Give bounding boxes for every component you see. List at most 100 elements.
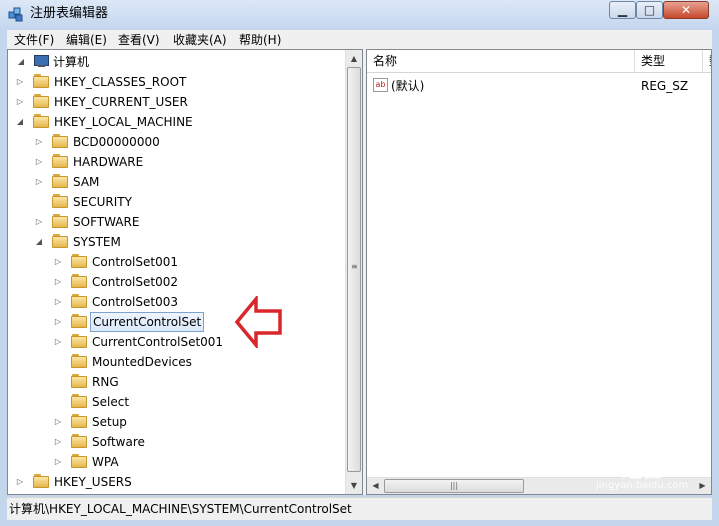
watermark-brand: Bai xyxy=(550,452,590,477)
tree-node[interactable]: ▷ HARDWARE xyxy=(8,152,338,172)
computer-icon xyxy=(34,55,49,68)
expand-icon xyxy=(34,197,44,207)
tree-scroll-thumb[interactable]: ≡ xyxy=(347,67,361,472)
expand-icon[interactable]: ▷ xyxy=(53,257,63,267)
tree-node[interactable]: ▷ BCD00000000 xyxy=(8,132,338,152)
values-scroll-thumb[interactable]: ||| xyxy=(384,479,524,493)
tree-node[interactable]: ▷ HKEY_CLASSES_ROOT xyxy=(8,72,338,92)
tree-node[interactable]: ▷ ControlSet003 xyxy=(8,292,338,312)
scroll-left-arrow-icon[interactable]: ◀ xyxy=(367,478,384,494)
collapse-icon[interactable]: ◢ xyxy=(16,57,26,67)
tree-node-label: HKEY_LOCAL_MACHINE xyxy=(54,115,193,129)
tree-node[interactable]: ▷ CurrentControlSet xyxy=(8,312,338,332)
tree-node[interactable]: MountedDevices xyxy=(8,352,338,372)
values-pane[interactable]: 名称 类型 数 ab (默认) REG_SZ ◀ ||| ▶ xyxy=(366,49,712,495)
menu-edit[interactable]: 编辑(E) xyxy=(66,32,107,48)
close-button[interactable]: ✕ xyxy=(663,1,709,19)
column-type-header[interactable]: 类型 xyxy=(635,50,703,72)
tree-node-label: Select xyxy=(92,395,130,409)
tree-node[interactable]: ▷ ControlSet002 xyxy=(8,272,338,292)
expand-icon[interactable]: ▷ xyxy=(15,77,25,87)
expand-icon xyxy=(53,397,63,407)
tree-node[interactable]: ▷ ControlSet001 xyxy=(8,252,338,272)
folder-icon xyxy=(33,94,49,108)
tree-node-label: SECURITY xyxy=(73,195,132,209)
tree-node[interactable]: ▷ Software xyxy=(8,432,338,452)
menu-favorites[interactable]: 收藏夹(A) xyxy=(173,32,227,48)
menu-file[interactable]: 文件(F) xyxy=(14,32,54,48)
expand-icon[interactable]: ▷ xyxy=(53,317,63,327)
watermark: Bai 经验 jingyan.baidu.com xyxy=(546,446,706,496)
tree-node[interactable]: ▷ Setup xyxy=(8,412,338,432)
tree-node-label: BCD00000000 xyxy=(73,135,160,149)
scroll-up-arrow-icon[interactable]: ▲ xyxy=(346,50,362,67)
tree-node[interactable]: ▷ HKEY_CURRENT_USER xyxy=(8,92,338,112)
tree-root-computer[interactable]: ◢ 计算机 xyxy=(8,52,338,72)
expand-icon[interactable]: ▷ xyxy=(53,457,63,467)
minimize-icon: ▁ xyxy=(617,3,628,17)
tree-node[interactable]: ▷ HKEY_USERS xyxy=(8,472,338,492)
expand-icon[interactable]: ▷ xyxy=(53,337,63,347)
tree-node[interactable]: SECURITY xyxy=(8,192,338,212)
tree-node[interactable]: ◢ SYSTEM xyxy=(8,232,338,252)
folder-icon xyxy=(71,274,87,288)
tree-node-label: RNG xyxy=(92,375,119,389)
expand-icon[interactable]: ▷ xyxy=(53,277,63,287)
menu-help[interactable]: 帮助(H) xyxy=(239,32,281,48)
tree-node-label: Software xyxy=(92,435,145,449)
expand-icon[interactable]: ▷ xyxy=(34,177,44,187)
window-title: 注册表编辑器 xyxy=(30,6,109,21)
tree-node[interactable]: ▷ CurrentControlSet001 xyxy=(8,332,338,352)
folder-icon xyxy=(71,294,87,308)
expand-icon[interactable]: ▷ xyxy=(34,157,44,167)
folder-icon xyxy=(33,474,49,488)
expand-icon[interactable]: ▷ xyxy=(53,297,63,307)
folder-icon xyxy=(33,74,49,88)
expand-icon[interactable]: ▷ xyxy=(34,217,44,227)
tree-node[interactable]: ▷ SOFTWARE xyxy=(8,212,338,232)
tree-node[interactable]: ▷ SAM xyxy=(8,172,338,192)
folder-icon xyxy=(52,214,68,228)
expand-icon[interactable]: ▷ xyxy=(15,477,25,487)
tree-node-label: HKEY_USERS xyxy=(54,475,132,489)
scroll-down-arrow-icon[interactable]: ▼ xyxy=(346,477,362,494)
tree-node[interactable]: ▷ WPA xyxy=(8,452,338,472)
regedit-app-icon xyxy=(8,7,23,22)
tree-node[interactable]: RNG xyxy=(8,372,338,392)
tree-node[interactable]: ◢ HKEY_LOCAL_MACHINE xyxy=(8,112,338,132)
tree-node-label: HKEY_CLASSES_ROOT xyxy=(54,75,187,89)
folder-icon xyxy=(71,394,87,408)
value-name: (默认) xyxy=(391,79,425,93)
tree-node[interactable]: Select xyxy=(8,392,338,412)
key-tree-pane[interactable]: ◢ 计算机 ▷ HKEY_CLASSES_ROOT ▷ HKEY_CURRENT_US… xyxy=(7,49,363,495)
column-name-header[interactable]: 名称 xyxy=(367,50,635,72)
maximize-icon: □ xyxy=(643,3,656,17)
value-type: REG_SZ xyxy=(641,79,689,93)
expand-icon[interactable]: ▷ xyxy=(53,437,63,447)
expand-icon[interactable]: ▷ xyxy=(53,417,63,427)
expand-icon[interactable]: ▷ xyxy=(15,97,25,107)
folder-icon xyxy=(71,254,87,268)
menu-view[interactable]: 查看(V) xyxy=(118,32,160,48)
minimize-button[interactable]: ▁ xyxy=(609,1,636,19)
tree-vertical-scrollbar[interactable]: ▲ ≡ ▼ xyxy=(345,50,362,494)
folder-icon xyxy=(52,154,68,168)
folder-icon xyxy=(52,194,68,208)
tree-node-label: SAM xyxy=(73,175,100,189)
folder-icon xyxy=(71,414,87,428)
tree-node-label: 计算机 xyxy=(53,55,90,69)
maximize-button[interactable]: □ xyxy=(636,1,663,19)
collapse-icon[interactable]: ◢ xyxy=(34,237,44,247)
tree-node-label: SYSTEM xyxy=(73,235,121,249)
value-row[interactable]: ab (默认) REG_SZ xyxy=(367,76,711,96)
registry-editor-window: 注册表编辑器 ▁ □ ✕ 文件(F) 编辑(E) 查看(V) 收藏夹(A) 帮助… xyxy=(0,0,719,526)
folder-icon xyxy=(71,314,87,328)
grip-icon: ||| xyxy=(449,481,459,490)
expand-icon[interactable]: ▷ xyxy=(34,137,44,147)
tree-node-label: CurrentControlSet001 xyxy=(92,335,224,349)
tree-node-label: MountedDevices xyxy=(92,355,192,369)
column-data-header[interactable]: 数 xyxy=(703,50,711,72)
tree-node-label: HKEY_CURRENT_USER xyxy=(54,95,188,109)
tree-node-label: CurrentControlSet xyxy=(90,312,205,332)
collapse-icon[interactable]: ◢ xyxy=(15,117,25,127)
